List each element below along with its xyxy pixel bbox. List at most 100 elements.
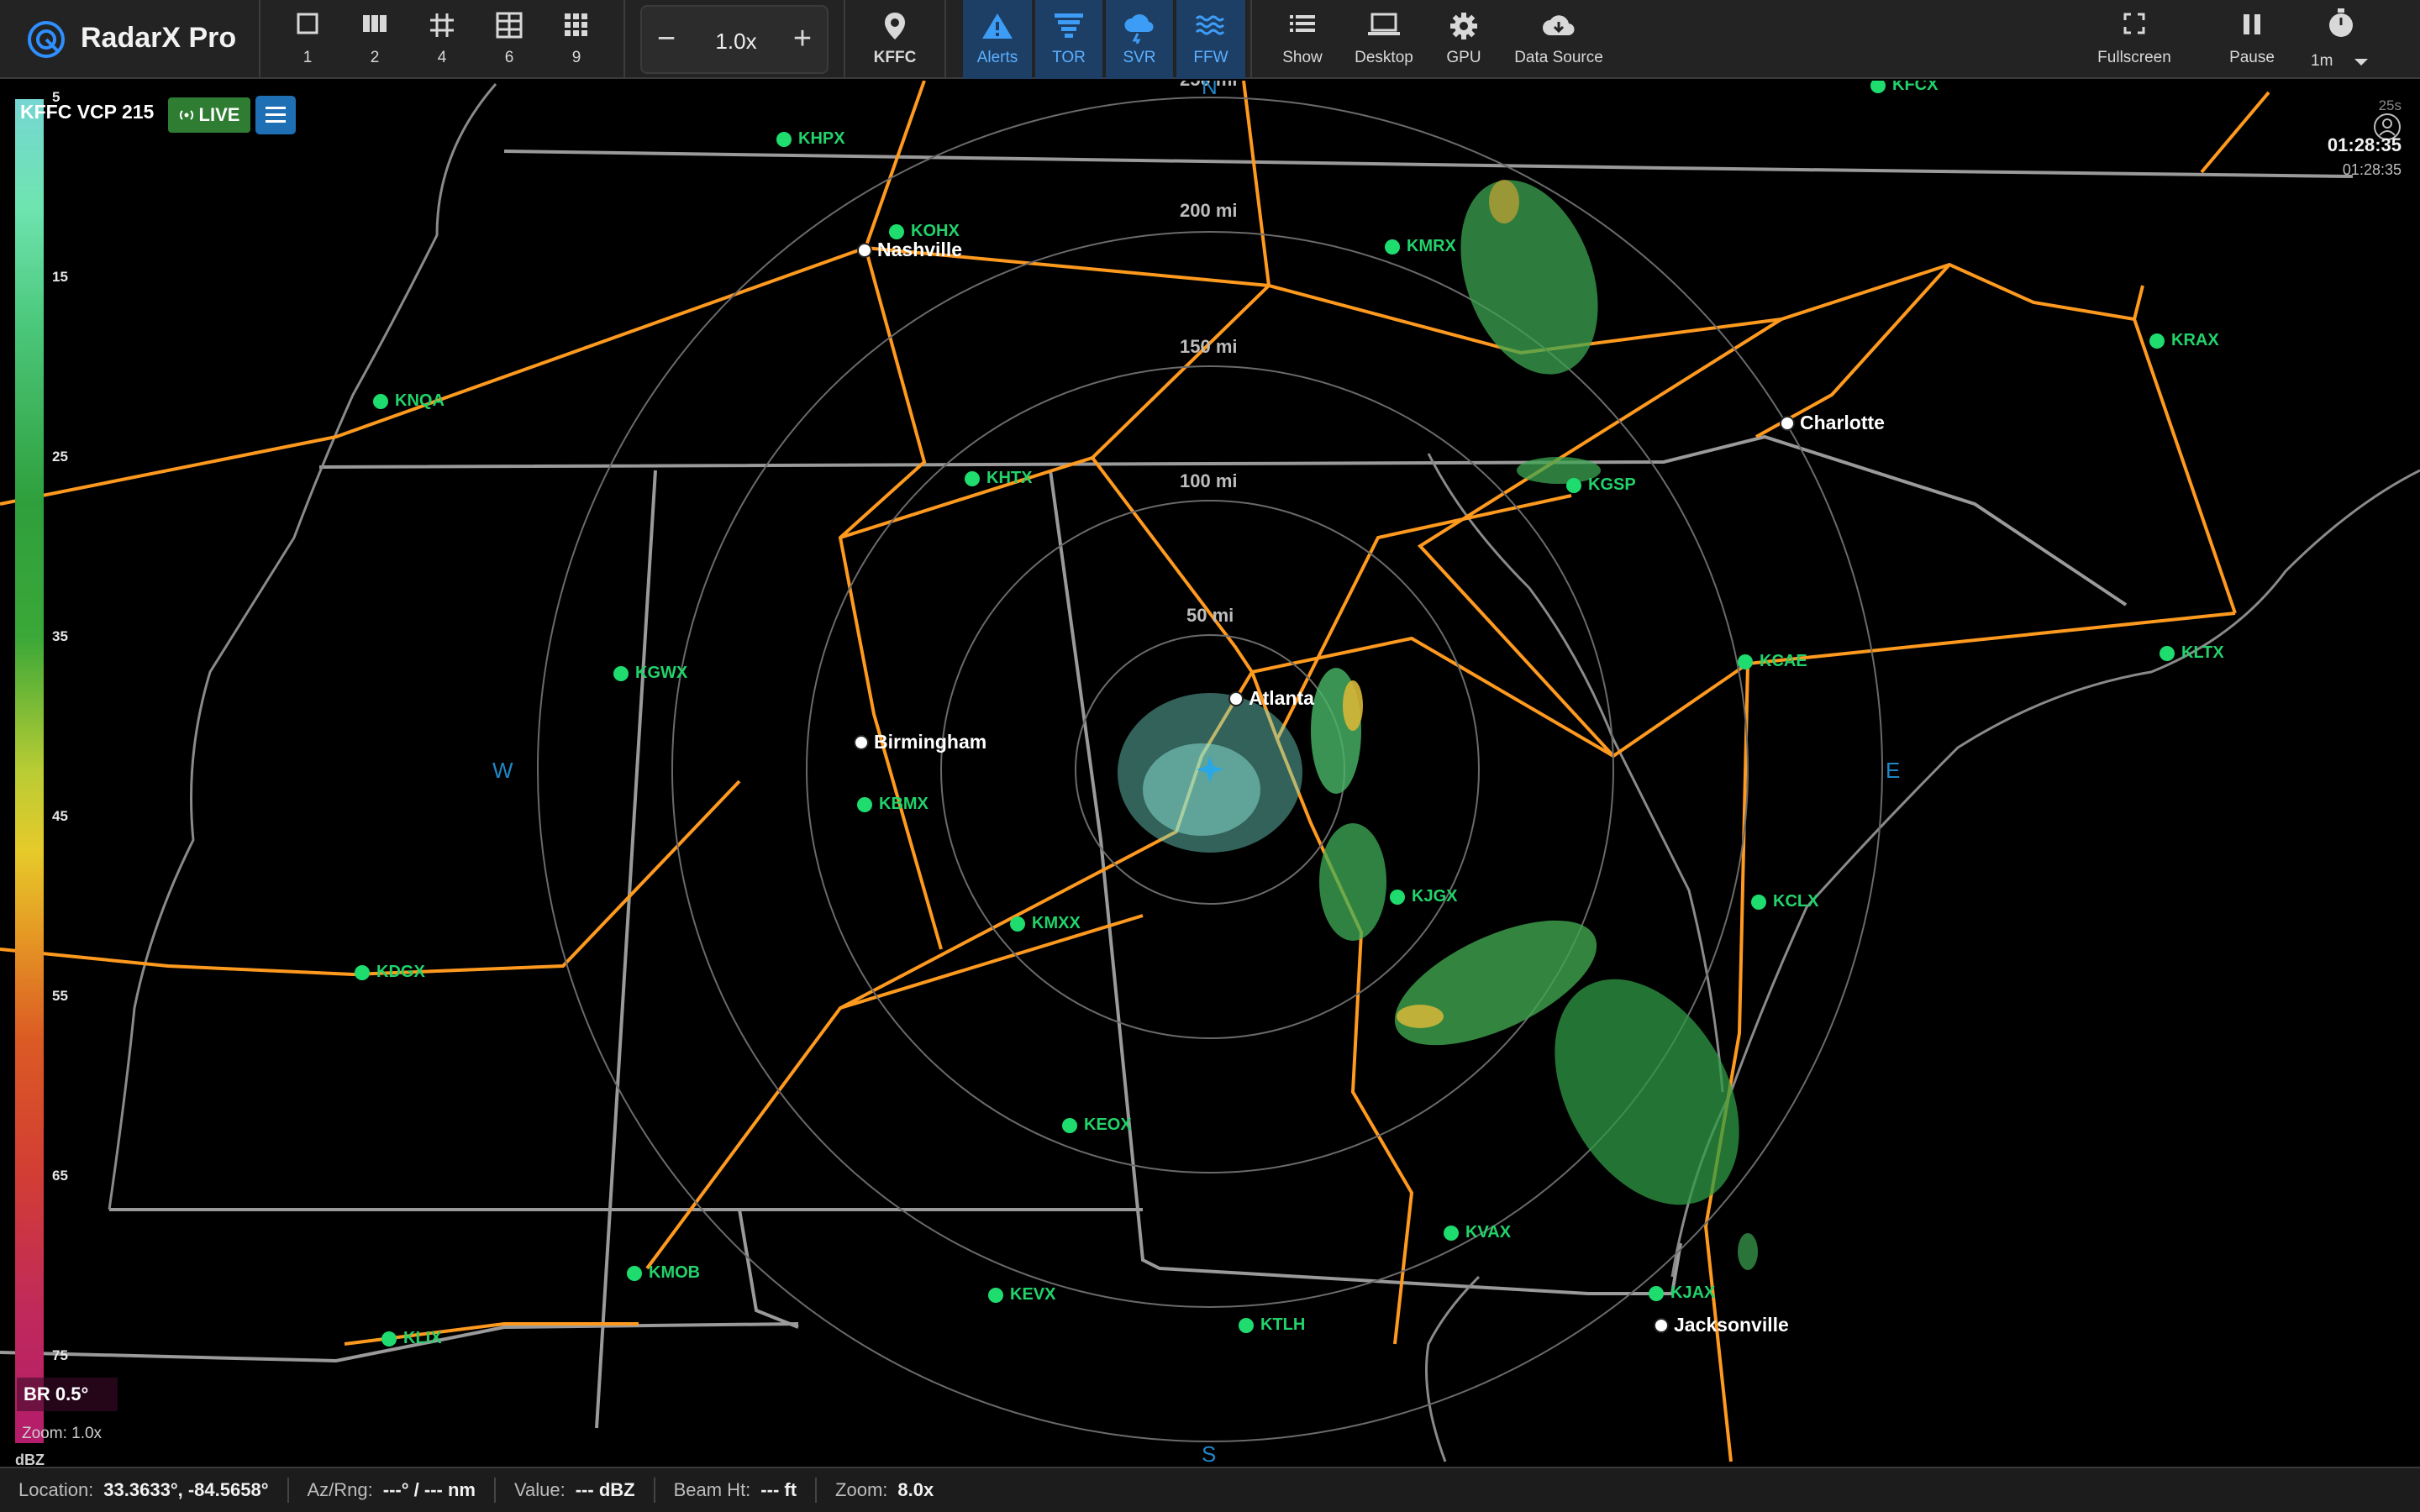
city-atlanta[interactable]: Atlanta	[1228, 687, 1314, 710]
svr-label: SVR	[1123, 49, 1156, 66]
data-source-label: Data Source	[1514, 49, 1603, 66]
warning-triangle-icon	[982, 13, 1013, 39]
site-kfcx[interactable]: KFCX	[1870, 81, 1938, 95]
city-marker-icon	[857, 242, 872, 258]
city-label: Birmingham	[874, 731, 987, 753]
pause-button[interactable]: Pause	[2218, 0, 2286, 79]
status-location: Location: 33.3633°, -84.5658°	[0, 1479, 287, 1501]
menu-icon	[266, 113, 286, 116]
pause-icon	[2244, 14, 2260, 34]
site-marker-icon	[857, 796, 872, 812]
fullscreen-icon	[2123, 13, 2145, 34]
site-vcp-label: KFFC VCP 215	[20, 101, 155, 123]
site-khtx[interactable]: KHTX	[965, 469, 1032, 488]
storm-cloud-icon	[1124, 14, 1154, 44]
layout-4-label: 4	[437, 49, 447, 66]
site-label: KMOB	[649, 1263, 701, 1282]
site-kjgx[interactable]: KJGX	[1390, 887, 1457, 906]
layout-9-button[interactable]: 9	[543, 0, 610, 79]
layout-2-button[interactable]: 2	[341, 0, 408, 79]
site-marker-icon	[2160, 645, 2175, 661]
site-kclx[interactable]: KCLX	[1751, 892, 1818, 911]
tor-toggle[interactable]: TOR	[1035, 0, 1102, 79]
svr-toggle[interactable]: SVR	[1106, 0, 1173, 79]
city-birmingham[interactable]: Birmingham	[854, 731, 986, 753]
site-label: KOHX	[911, 222, 960, 240]
cloud-download-icon	[1543, 15, 1575, 36]
site-marker-icon	[355, 964, 370, 980]
status-zoom: Zoom: 8.0x	[817, 1479, 952, 1501]
layout-9-icon	[565, 13, 587, 36]
zoom-control: − 1.0x +	[640, 5, 829, 74]
site-select-button[interactable]: KFFC	[857, 0, 933, 79]
site-kdgx[interactable]: KDGX	[355, 963, 425, 982]
site-kmrx[interactable]: KMRX	[1385, 237, 1456, 256]
layout-4-button[interactable]: 4	[408, 0, 476, 79]
status-bar: Location: 33.3633°, -84.5658° Az/Rng: ---°…	[0, 1467, 2420, 1512]
zoom-out-button[interactable]: −	[645, 18, 687, 60]
site-label: KJAX	[1670, 1284, 1716, 1302]
desktop-button[interactable]: Desktop	[1346, 0, 1422, 79]
timer-dropdown[interactable]: 1m	[2299, 0, 2383, 79]
legend-tick: 45	[52, 808, 68, 824]
status-azrng: Az/Rng: ---° / --- nm	[289, 1479, 494, 1501]
reflectivity-legend	[15, 99, 44, 1443]
layout-2-label: 2	[370, 49, 380, 66]
site-klix[interactable]: KLIX	[381, 1329, 442, 1348]
site-kbmx[interactable]: KBMX	[857, 795, 929, 814]
legend-tick: 75	[52, 1347, 68, 1363]
layout-4-icon	[430, 13, 454, 37]
site-kevx[interactable]: KEVX	[988, 1285, 1055, 1305]
site-kgwx[interactable]: KGWX	[613, 664, 687, 683]
desktop-label: Desktop	[1355, 49, 1413, 66]
site-krax[interactable]: KRAX	[2149, 331, 2219, 350]
site-marker-icon	[627, 1265, 642, 1281]
site-kcae[interactable]: KCAE	[1738, 652, 1807, 671]
site-keox[interactable]: KEOX	[1062, 1116, 1132, 1135]
alerts-toggle[interactable]: Alerts	[963, 0, 1032, 79]
city-jacksonville[interactable]: Jacksonville	[1654, 1314, 1789, 1336]
site-kmob[interactable]: KMOB	[627, 1263, 700, 1283]
site-label: KTLH	[1260, 1315, 1306, 1334]
data-source-button[interactable]: Data Source	[1507, 0, 1610, 79]
site-marker-icon	[1649, 1285, 1664, 1301]
site-kgsp[interactable]: KGSP	[1566, 475, 1636, 495]
radar-map[interactable]: 50 mi 100 mi 150 mi 200 mi 250 mi N S E …	[0, 81, 2420, 1467]
site-kvax[interactable]: KVAX	[1444, 1223, 1511, 1242]
site-marker-icon	[965, 470, 980, 486]
site-label: KMRX	[1407, 237, 1456, 255]
layout-2-icon	[363, 15, 387, 32]
site-label: KEOX	[1084, 1116, 1132, 1134]
site-kjax[interactable]: KJAX	[1649, 1284, 1715, 1303]
compass-south: S	[1202, 1441, 1217, 1467]
layout-6-button[interactable]: 6	[476, 0, 543, 79]
city-charlotte[interactable]: Charlotte	[1780, 412, 1885, 434]
layout-1-button[interactable]: 1	[274, 0, 341, 79]
site-kohx[interactable]: KOHX	[889, 222, 960, 241]
show-label: Show	[1282, 49, 1323, 66]
city-nashville[interactable]: Nashville	[857, 239, 962, 261]
status-value: --- dBZ	[575, 1479, 635, 1500]
ffw-toggle[interactable]: FFW	[1176, 0, 1245, 79]
map-zoom-label: Zoom: 1.0x	[22, 1425, 103, 1442]
app-title: RadarX Pro	[81, 22, 237, 54]
layout-1-icon	[297, 13, 318, 34]
site-marker-icon	[889, 223, 904, 239]
site-knqa[interactable]: KNQA	[373, 391, 445, 411]
gpu-button[interactable]: GPU	[1430, 0, 1497, 79]
city-marker-icon	[1654, 1317, 1669, 1333]
site-label: KGSP	[1588, 475, 1636, 494]
site-kmxx[interactable]: KMXX	[1010, 914, 1081, 933]
fullscreen-label: Fullscreen	[2097, 49, 2171, 66]
site-ktlh[interactable]: KTLH	[1239, 1315, 1305, 1335]
broadcast-icon	[179, 110, 193, 120]
site-label: KGWX	[635, 664, 688, 682]
live-badge[interactable]: LIVE	[168, 97, 250, 133]
site-kltx[interactable]: KLTX	[2160, 643, 2224, 663]
menu-button[interactable]	[255, 96, 296, 134]
toolbar-divider	[259, 0, 260, 79]
fullscreen-button[interactable]: Fullscreen	[2084, 0, 2185, 79]
show-button[interactable]: Show	[1269, 0, 1336, 79]
zoom-in-button[interactable]: +	[781, 18, 823, 60]
site-khpx[interactable]: KHPX	[776, 129, 845, 149]
